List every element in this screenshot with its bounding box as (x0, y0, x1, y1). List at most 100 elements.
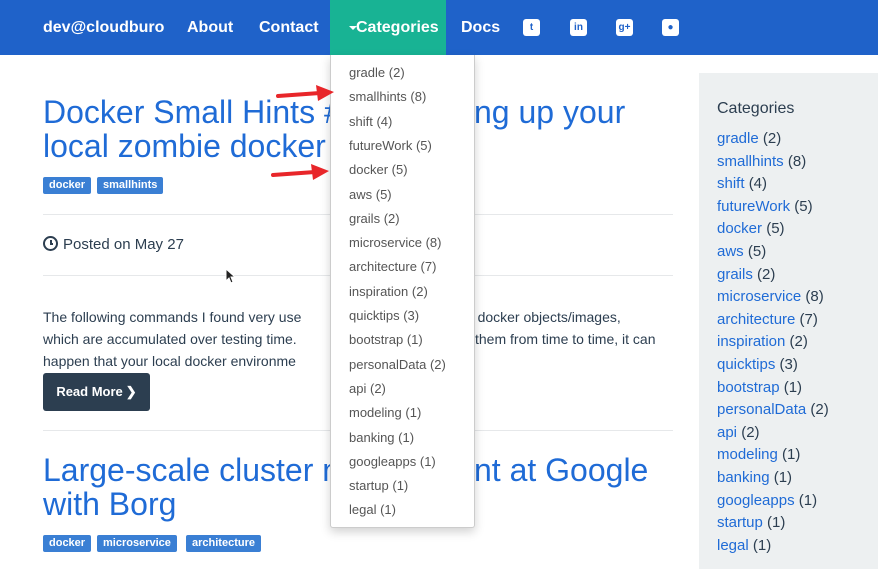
dropdown-item-count: (2) (388, 65, 405, 80)
linkedin-icon[interactable]: in (570, 19, 587, 36)
sidebar-item-futurework[interactable]: futureWork (5) (717, 198, 813, 215)
sidebar-item-label[interactable]: quicktips (717, 356, 775, 373)
post1-tag-docker[interactable]: docker (43, 177, 92, 194)
post2-title-line1-right[interactable]: nt at Google (474, 452, 648, 488)
sidebar-item-microservice[interactable]: microservice (8) (717, 288, 824, 305)
dropdown-item-count: (8) (425, 235, 442, 251)
dropdown-item-count: (1) (419, 453, 436, 469)
sidebar-item-bootstrap[interactable]: bootstrap (1) (717, 379, 802, 396)
dropdown-item-api[interactable]: api (2) (349, 381, 386, 396)
sidebar-item-label[interactable]: microservice (717, 288, 801, 305)
dropdown-item-gradle[interactable]: gradle (2) (349, 65, 405, 80)
sidebar-item-count: (2) (757, 265, 776, 283)
excerpt-line2-left: which are accumulated over testing time. (43, 331, 297, 347)
sidebar-item-personaldata[interactable]: personalData (2) (717, 401, 829, 418)
googleplus-icon[interactable]: g+ (616, 19, 633, 36)
sidebar-item-label[interactable]: modeling (717, 446, 778, 463)
dropdown-item-bootstrap[interactable]: bootstrap (1) (349, 332, 423, 347)
github-icon[interactable]: ● (662, 19, 679, 36)
dropdown-item-microservice[interactable]: microservice (8) (349, 235, 441, 250)
mouse-cursor-icon (225, 268, 237, 284)
dropdown-item-modeling[interactable]: modeling (1) (349, 405, 421, 420)
dropdown-item-count: (7) (420, 259, 437, 275)
nav-contact[interactable]: Contact (259, 0, 319, 55)
sidebar-item-grails[interactable]: grails (2) (717, 266, 775, 283)
sidebar-item-gradle[interactable]: gradle (2) (717, 130, 781, 147)
dropdown-item-count: (1) (392, 478, 409, 494)
dropdown-item-smallhints[interactable]: smallhints (8) (349, 89, 426, 104)
post1-date: Posted on May 27 (43, 236, 184, 253)
nav-docs[interactable]: Docs (461, 0, 500, 55)
sidebar-item-label[interactable]: googleapps (717, 492, 795, 509)
sidebar-heading: Categories (717, 100, 795, 117)
dropdown-item-architecture[interactable]: architecture (7) (349, 259, 436, 274)
post1-title-line1-right[interactable]: ng up your (474, 94, 625, 130)
sidebar-item-label[interactable]: futureWork (717, 198, 790, 215)
sidebar-item-inspiration[interactable]: inspiration (2) (717, 333, 808, 350)
sidebar-item-label[interactable]: grails (717, 266, 753, 283)
dropdown-item-inspiration[interactable]: inspiration (2) (349, 284, 428, 299)
sidebar-item-label[interactable]: legal (717, 537, 749, 554)
brand-link[interactable]: dev@cloudburo (43, 0, 164, 55)
sidebar-item-aws[interactable]: aws (5) (717, 243, 766, 260)
sidebar-item-startup[interactable]: startup (1) (717, 514, 785, 531)
nav-about[interactable]: About (187, 0, 233, 55)
dropdown-item-label: gradle (349, 65, 386, 80)
dropdown-item-googleapps[interactable]: googleapps (1) (349, 454, 436, 469)
excerpt-line2-right: them from time to time, it can (475, 331, 656, 347)
dropdown-item-count: (8) (410, 89, 427, 105)
dropdown-item-shift[interactable]: shift (4) (349, 114, 392, 129)
post1-tag-smallhints[interactable]: smallhints (97, 177, 164, 194)
sidebar-item-label[interactable]: bootstrap (717, 379, 780, 396)
sidebar-item-modeling[interactable]: modeling (1) (717, 446, 800, 463)
dropdown-item-docker[interactable]: docker (5) (349, 162, 408, 177)
red-arrow-icon (271, 164, 329, 180)
dropdown-item-count: (1) (406, 332, 423, 348)
sidebar-item-label[interactable]: smallhints (717, 153, 784, 170)
nav-categories[interactable]: Categories (330, 0, 446, 55)
excerpt-line1-left: The following commands I found very use (43, 309, 302, 325)
dropdown-item-legal[interactable]: legal (1) (349, 502, 396, 517)
sidebar-item-api[interactable]: api (2) (717, 424, 760, 441)
sidebar-item-label[interactable]: gradle (717, 130, 759, 147)
sidebar-item-count: (4) (748, 175, 768, 193)
sidebar-item-label[interactable]: inspiration (717, 333, 785, 350)
sidebar-item-legal[interactable]: legal (1) (717, 537, 771, 554)
sidebar-item-label[interactable]: personalData (717, 401, 806, 418)
post2-title-line1-left[interactable]: Large-scale cluster m (43, 452, 349, 488)
sidebar-item-googleapps[interactable]: googleapps (1) (717, 492, 817, 509)
sidebar-item-label[interactable]: aws (717, 243, 744, 260)
sidebar-item-label[interactable]: architecture (717, 311, 795, 328)
dropdown-item-banking[interactable]: banking (1) (349, 430, 414, 445)
sidebar-item-docker[interactable]: docker (5) (717, 220, 785, 237)
dropdown-item-startup[interactable]: startup (1) (349, 478, 408, 493)
post2-title-line2[interactable]: with Borg (43, 486, 176, 522)
dropdown-item-personaldata[interactable]: personalData (2) (349, 357, 446, 372)
dropdown-item-aws[interactable]: aws (5) (349, 187, 392, 202)
sidebar-item-label[interactable]: shift (717, 175, 745, 192)
dropdown-item-grails[interactable]: grails (2) (349, 211, 400, 226)
sidebar-item-architecture[interactable]: architecture (7) (717, 311, 818, 328)
read-more-button[interactable]: Read More ❯ (43, 373, 150, 411)
read-more-label: Read More (56, 384, 123, 399)
sidebar-item-label[interactable]: banking (717, 469, 770, 486)
dropdown-item-futurework[interactable]: futureWork (5) (349, 138, 432, 153)
post1-title-line2[interactable]: local zombie docker (43, 128, 326, 164)
sidebar-item-label[interactable]: startup (717, 514, 763, 531)
sidebar-item-smallhints[interactable]: smallhints (8) (717, 153, 806, 170)
sidebar-item-shift[interactable]: shift (4) (717, 175, 767, 192)
sidebar-item-count: (7) (799, 310, 818, 328)
sidebar-item-quicktips[interactable]: quicktips (3) (717, 356, 798, 373)
post2-tag-architecture[interactable]: architecture (186, 535, 261, 552)
sidebar-item-label[interactable]: api (717, 424, 737, 441)
post2-tag-microservice[interactable]: microservice (97, 535, 177, 552)
twitter-icon[interactable]: t (523, 19, 540, 36)
sidebar-item-count: (2) (741, 423, 760, 441)
sidebar-item-count: (2) (789, 333, 808, 351)
dropdown-item-quicktips[interactable]: quicktips (3) (349, 308, 419, 323)
sidebar-item-label[interactable]: docker (717, 220, 762, 237)
dropdown-item-label: startup (349, 478, 389, 494)
post2-tag-docker[interactable]: docker (43, 535, 92, 552)
dropdown-item-label: api (349, 380, 367, 396)
sidebar-item-banking[interactable]: banking (1) (717, 469, 792, 486)
